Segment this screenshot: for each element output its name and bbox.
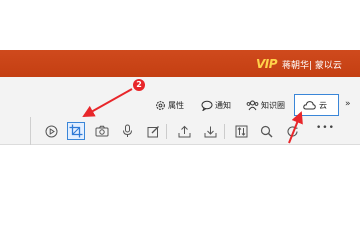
play-button[interactable] <box>42 122 60 140</box>
download-icon <box>204 126 216 137</box>
toolbar: ••• <box>0 117 360 145</box>
crop-icon <box>69 124 83 138</box>
refresh-icon <box>286 125 298 137</box>
menu-item-label: 知识圈 <box>261 101 285 110</box>
refresh-button[interactable] <box>283 122 301 140</box>
sort-button[interactable] <box>232 122 250 140</box>
upload-icon <box>178 125 190 137</box>
annotation-number-badge: 2 <box>133 79 145 91</box>
more-tools-button[interactable]: ••• <box>316 123 335 133</box>
edit-icon <box>147 125 159 137</box>
search-button[interactable] <box>257 122 275 140</box>
menu-bar: 属性 通知 知识圈 云 » <box>0 77 360 117</box>
upload-button[interactable] <box>175 122 193 140</box>
vip-badge[interactable]: VIP <box>256 57 278 71</box>
menu-item-notifications[interactable]: 通知 <box>201 97 231 114</box>
toolbar-separator <box>166 124 167 139</box>
toolbar-separator <box>224 124 225 139</box>
speech-bubble-icon <box>201 100 213 111</box>
menu-item-label: 属性 <box>168 101 184 110</box>
menu-item-knowledge-circle[interactable]: 知识圈 <box>246 97 285 114</box>
title-bar: VIP 蒋朝华| 蒙以云 <box>0 50 360 77</box>
voice-button[interactable] <box>118 122 136 140</box>
play-circle-icon <box>45 125 57 137</box>
search-icon <box>260 125 272 137</box>
sort-icon <box>235 125 247 137</box>
people-icon <box>246 100 259 111</box>
camera-icon <box>95 125 109 137</box>
menu-item-properties[interactable]: 属性 <box>155 97 184 114</box>
microphone-icon <box>122 124 132 137</box>
cloud-button[interactable]: 云 <box>294 94 339 116</box>
download-button[interactable] <box>201 122 219 140</box>
crop-button[interactable] <box>67 122 85 140</box>
top-blank-area <box>0 0 360 50</box>
user-name[interactable]: 蒋朝华| 蒙以云 <box>282 58 342 71</box>
cloud-icon <box>303 101 316 110</box>
screenshot-button[interactable] <box>93 122 111 140</box>
gear-icon <box>156 101 165 110</box>
toolbar-divider <box>30 117 31 145</box>
menu-item-label: 通知 <box>215 101 231 110</box>
edit-button[interactable] <box>144 122 162 140</box>
more-menu-button[interactable]: » <box>345 99 351 109</box>
cloud-label: 云 <box>319 100 327 110</box>
